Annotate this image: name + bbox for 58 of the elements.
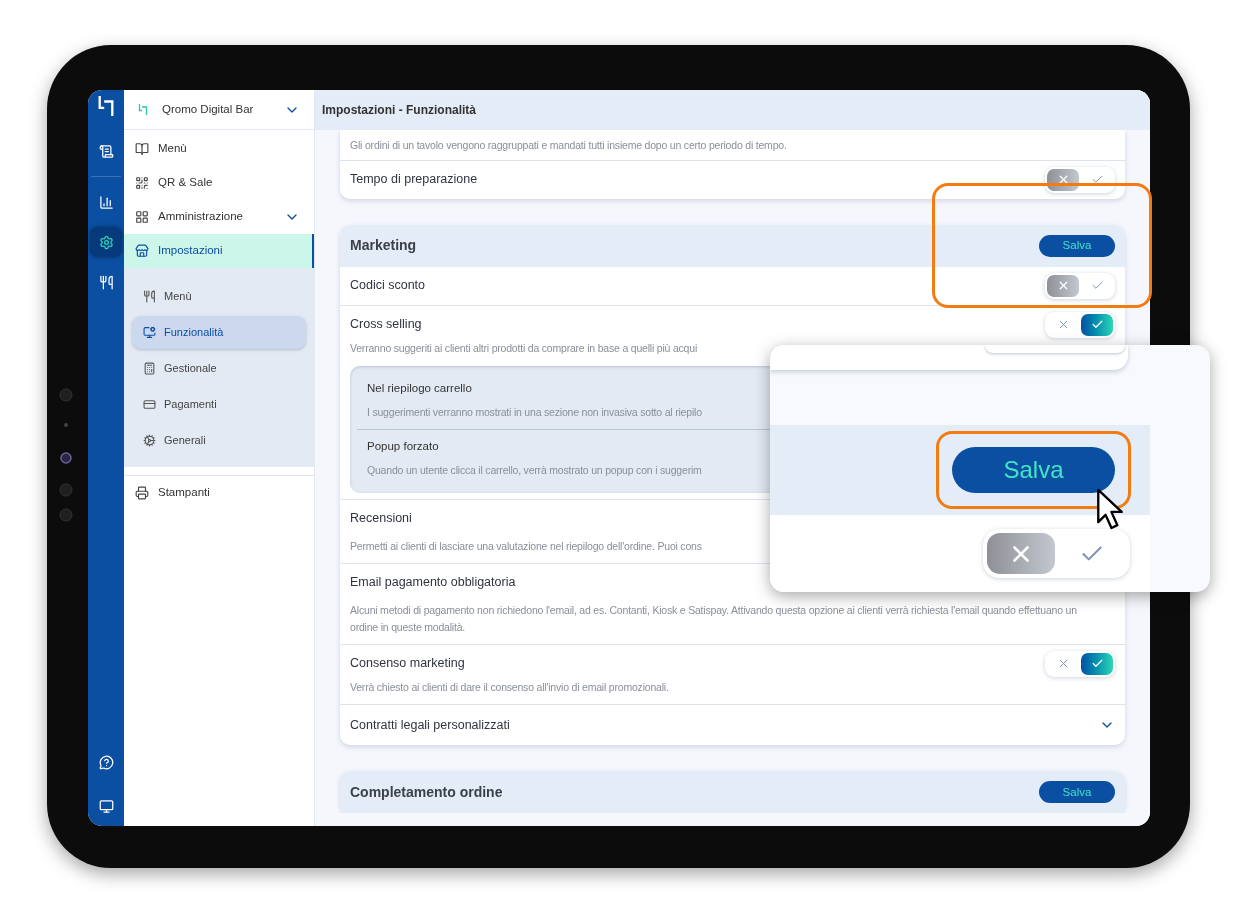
submenu-item[interactable]: Gestionale xyxy=(132,352,306,385)
card-icon xyxy=(143,398,156,411)
page-title: Impostazioni - Funzionalità xyxy=(322,102,476,119)
section-title: Completamento ordine xyxy=(350,782,503,802)
logo-icon xyxy=(97,94,115,118)
store-icon xyxy=(135,244,149,258)
setting-description: Gli ordini di un tavolo vengono raggruppati e mandati tutti insieme dopo un certo periodo di tempo. xyxy=(350,138,788,153)
calculator-icon xyxy=(143,362,156,375)
setting-description: Alcuni metodi di pagamento non richiedono l'email, ad es. Contanti, Kiosk e Satispay. Attivando questa opzione ai clienti verrà richiesta l'email quando effettuano un ordine in queste modalità. xyxy=(349,602,1078,635)
utensils-icon xyxy=(143,290,156,303)
sidebar-item[interactable]: Impostazioni xyxy=(124,234,314,268)
utensils-icon xyxy=(98,274,114,290)
check-icon xyxy=(1090,657,1104,670)
toggle-switch[interactable] xyxy=(1045,272,1115,299)
setting-description: Verranno suggeriti ai clienti altri prodotti da comprare in base a quelli più acqui xyxy=(349,340,699,356)
toggle-switch[interactable] xyxy=(1045,650,1115,677)
option-title: Nel riepilogo carrello xyxy=(367,380,473,396)
toggle-switch[interactable] xyxy=(1045,311,1115,338)
sidebar-item[interactable]: Amministrazione xyxy=(124,200,314,234)
option-description: I suggerimenti verranno mostrati in una sezione non invasiva sotto al riepilo xyxy=(367,404,703,420)
grid-icon xyxy=(135,210,149,224)
qr-code-icon xyxy=(135,176,149,190)
save-button[interactable]: Salva xyxy=(1039,234,1115,257)
bar-chart-icon xyxy=(98,194,114,210)
option-title: Popup forzato xyxy=(367,438,440,454)
printer-icon xyxy=(135,486,149,500)
save-button[interactable]: Salva xyxy=(952,447,1115,493)
toggle-switch[interactable] xyxy=(983,529,1130,578)
setting-label: Email pagamento obbligatoria xyxy=(350,574,516,592)
expander-row[interactable]: Contratti legali personalizzati xyxy=(340,705,1125,746)
submenu-item[interactable]: Menù xyxy=(132,280,306,313)
settings-icon xyxy=(143,434,156,447)
setting-label: Tempo di preparazione xyxy=(350,171,478,189)
monitor-icon xyxy=(143,326,156,339)
setting-description: Permetti ai clienti di lasciare una valutazione nel riepilogo dell'ordine. Puoi cons xyxy=(349,538,703,554)
setting-label: Consenso marketing xyxy=(350,655,465,673)
venue-selector[interactable]: Qromo Digital Bar xyxy=(124,90,314,130)
help-icon xyxy=(98,754,114,770)
sidebar-item[interactable]: QR & Sale xyxy=(124,166,314,200)
setting-label: Codici sconto xyxy=(350,277,426,295)
sidebar-item[interactable]: Menù xyxy=(124,132,314,166)
submenu-item[interactable]: Generali xyxy=(132,424,306,457)
setting-description: Verrà chiesto ai clienti di dare il consenso all'invio di email promozionali. xyxy=(349,679,670,695)
sidebar-item[interactable]: Stampanti xyxy=(124,476,314,510)
save-button[interactable]: Salva xyxy=(1039,781,1115,804)
submenu-item[interactable]: Funzionalità xyxy=(132,316,306,349)
toggle-switch[interactable] xyxy=(1045,166,1115,193)
rail-button[interactable] xyxy=(90,227,122,257)
logo-icon xyxy=(138,103,148,116)
settings-icon xyxy=(98,234,114,250)
section-title: Marketing xyxy=(350,236,417,256)
monitor-icon xyxy=(98,798,114,814)
submenu-item[interactable]: Pagamenti xyxy=(132,388,306,421)
setting-label: Cross selling xyxy=(350,316,422,334)
document-icon xyxy=(98,143,114,159)
book-icon xyxy=(135,142,149,156)
option-description: Quando un utente clicca il carrello, verrà mostrato un popup con i suggerim xyxy=(367,462,703,478)
setting-label: Recensioni xyxy=(350,510,412,528)
